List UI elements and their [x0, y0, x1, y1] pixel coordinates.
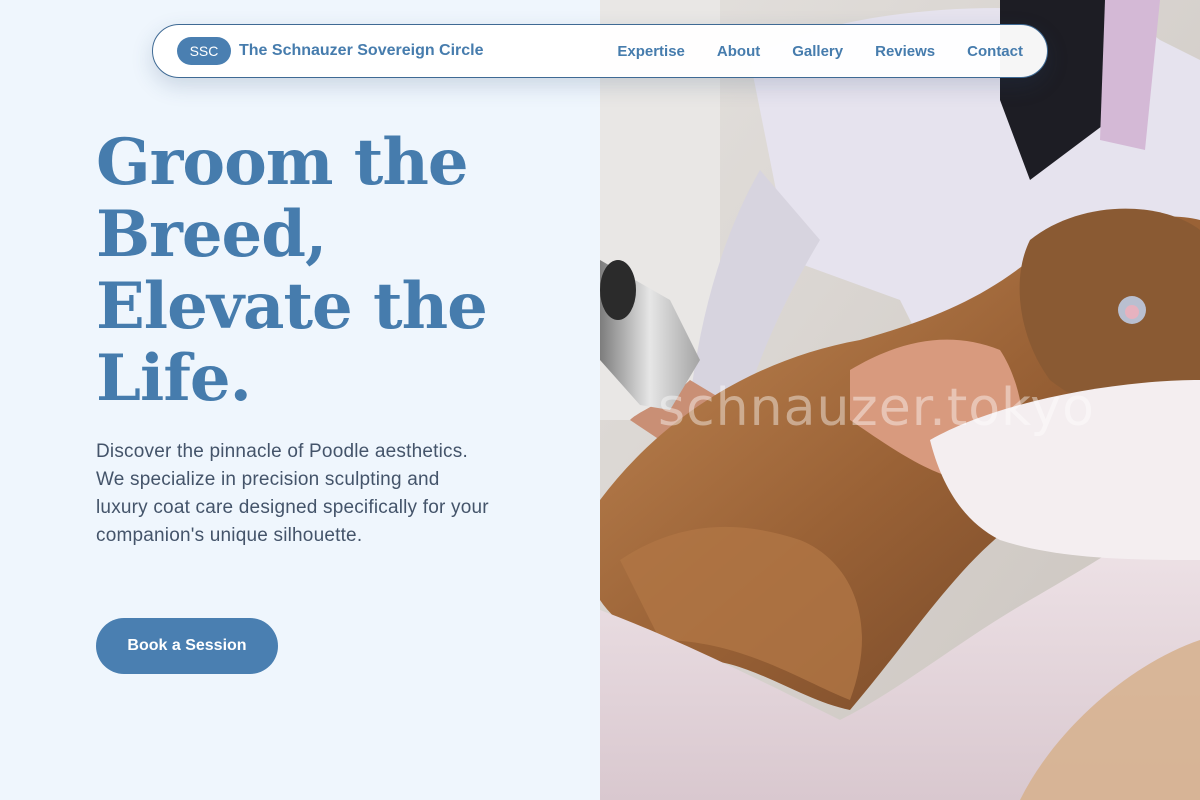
nav-link-about[interactable]: About — [717, 43, 760, 60]
hero-title: Groom the Breed, Elevate the Life. — [96, 127, 576, 415]
hero-title-line: Elevate the — [96, 269, 488, 344]
nav-link-gallery[interactable]: Gallery — [792, 43, 843, 60]
logo-badge[interactable]: SSC — [177, 37, 231, 65]
hero-title-line: Groom the — [96, 125, 469, 200]
top-navigation: SSC The Schnauzer Sovereign Circle Exper… — [152, 24, 1048, 78]
nav-menu: Expertise About Gallery Reviews Contact — [617, 43, 1023, 60]
photo-watermark: schnauzer.tokyo — [658, 378, 1095, 438]
hero-title-line: Breed, — [96, 197, 327, 272]
brand-name[interactable]: The Schnauzer Sovereign Circle — [239, 42, 484, 60]
nav-link-reviews[interactable]: Reviews — [875, 43, 935, 60]
hero-description: Discover the pinnacle of Poodle aestheti… — [96, 441, 489, 546]
nav-link-contact[interactable]: Contact — [967, 43, 1023, 60]
nav-link-expertise[interactable]: Expertise — [617, 43, 685, 60]
book-session-button[interactable]: Book a Session — [96, 618, 278, 674]
hero-title-line: Life. — [96, 341, 252, 416]
hero-photo: schnauzer.tokyo — [600, 0, 1200, 800]
